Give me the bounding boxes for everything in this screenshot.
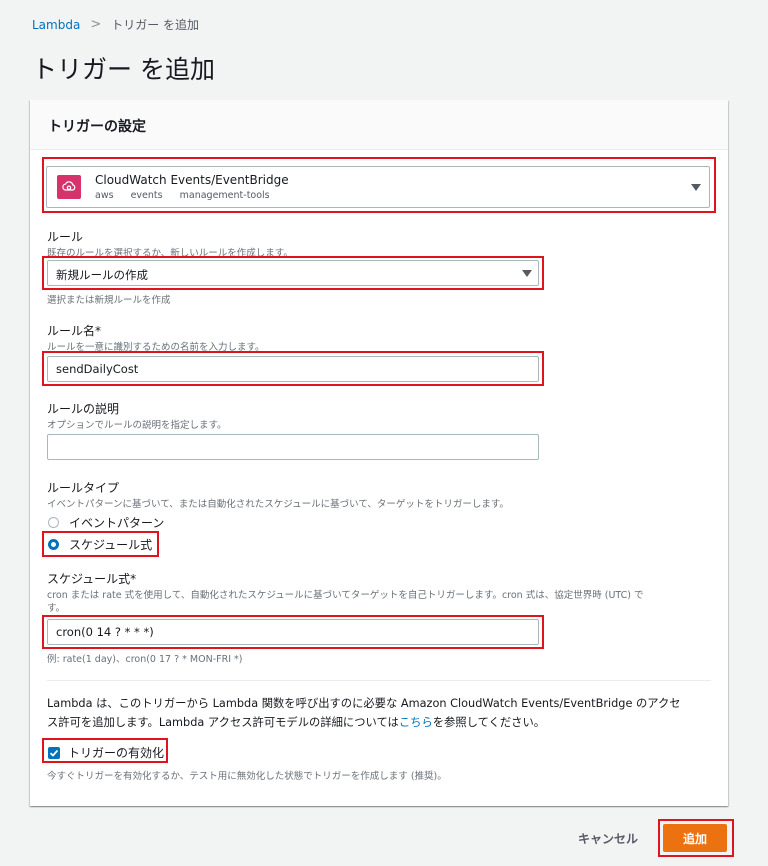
radio-event-pattern[interactable]: イベントパターン — [48, 514, 164, 531]
chevron-right-icon: > — [90, 17, 102, 32]
rule-type-label: ルールタイプ — [47, 481, 120, 495]
enable-trigger-checkbox[interactable] — [48, 746, 60, 759]
trigger-service-select[interactable]: CloudWatch Events/EventBridge aws events… — [46, 166, 710, 208]
rule-select-value: 新規ルールの作成 — [56, 268, 148, 282]
permission-info: Lambda は、このトリガーから Lambda 関数を呼び出すのに必要な Am… — [47, 694, 707, 732]
enable-trigger-label: トリガーの有効化 — [68, 746, 165, 760]
schedule-example: 例: rate(1 day)、cron(0 17 ? * MON-FRI *) — [47, 654, 243, 665]
permission-info-line1: Lambda は、このトリガーから Lambda 関数を呼び出すのに必要な Am… — [47, 697, 681, 710]
schedule-desc-line1: cron または rate 式を使用して、自動化されたスケジュールに基づいてター… — [47, 590, 644, 601]
page-title: トリガー を追加 — [32, 55, 215, 84]
radio-schedule-expression[interactable]: スケジュール式 — [48, 536, 152, 553]
enable-trigger-desc: 今すぐトリガーを有効化するか、テスト用に無効化した状態でトリガーを作成します (… — [47, 771, 447, 782]
rule-description-input[interactable] — [47, 434, 539, 460]
rule-name-input[interactable] — [47, 356, 539, 382]
tag: management-tools — [179, 190, 270, 201]
radio-button-selected[interactable] — [48, 539, 59, 550]
breadcrumb: Lambda > トリガー を追加 — [32, 16, 199, 33]
schedule-label: スケジュール式* — [47, 572, 137, 586]
rule-name-desc: ルールを一意に識別するための名前を入力します。 — [47, 342, 265, 353]
rule-type-desc: イベントパターンに基づいて、または自動化されたスケジュールに基づいて、ターゲット… — [47, 499, 509, 510]
trigger-service-name: CloudWatch Events/EventBridge — [95, 173, 289, 187]
radio-label: イベントパターン — [69, 516, 165, 530]
breadcrumb-current: トリガー を追加 — [111, 18, 200, 32]
permission-model-link[interactable]: こちら — [399, 716, 433, 729]
rule-desc: 既存のルールを選択するか、新しいルールを作成します。 — [47, 248, 293, 259]
rule-description-desc: オプションでルールの説明を指定します。 — [47, 420, 227, 431]
rule-label: ルール — [47, 230, 84, 244]
enable-trigger-checkbox-row[interactable]: トリガーの有効化 — [48, 744, 164, 761]
schedule-expression-input[interactable] — [47, 619, 539, 645]
cancel-button[interactable]: キャンセル — [578, 830, 638, 847]
rule-name-label: ルール名* — [47, 324, 102, 338]
divider — [47, 680, 711, 681]
trigger-service-tags: aws events management-tools — [95, 190, 289, 201]
add-button[interactable]: 追加 — [663, 824, 727, 852]
schedule-desc-line2: す。 — [47, 603, 66, 614]
tag: aws — [95, 190, 114, 201]
radio-label: スケジュール式 — [69, 538, 153, 552]
radio-button[interactable] — [48, 517, 59, 528]
rule-select[interactable]: 新規ルールの作成 — [47, 260, 539, 286]
cloudwatch-events-icon — [57, 175, 81, 199]
caret-down-icon — [522, 270, 532, 277]
tag: events — [130, 190, 163, 201]
trigger-config-panel: トリガーの設定 CloudWatch Events/EventBridge aw… — [30, 100, 728, 806]
caret-down-icon — [691, 184, 701, 191]
permission-info-line2: ス許可を追加します。Lambda アクセス許可モデルの詳細についてはこちらを参照… — [47, 716, 546, 729]
panel-title: トリガーの設定 — [30, 100, 728, 150]
rule-hint: 選択または新規ルールを作成 — [47, 295, 171, 306]
breadcrumb-lambda-link[interactable]: Lambda — [32, 18, 80, 32]
check-icon — [49, 749, 59, 757]
rule-description-label: ルールの説明 — [47, 402, 120, 416]
